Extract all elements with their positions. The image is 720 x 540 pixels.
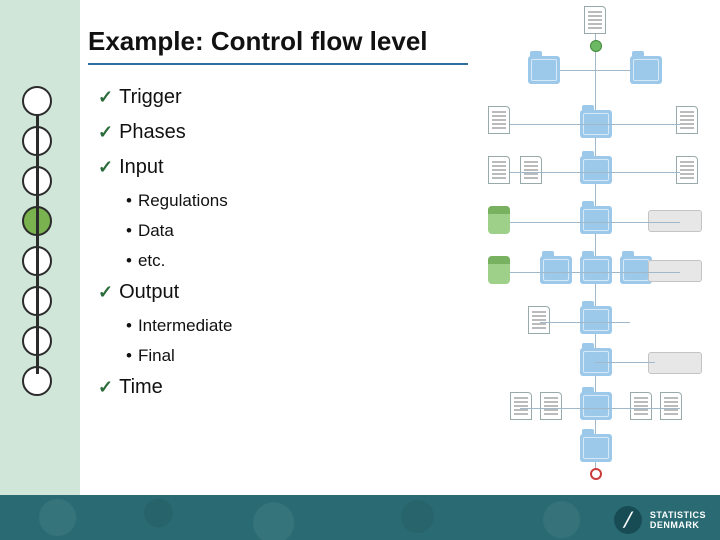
check-icon: ✓ xyxy=(98,157,113,177)
subbullet-label: Regulations xyxy=(138,191,228,210)
bullet-icon: • xyxy=(126,251,132,270)
note-box-icon xyxy=(648,210,702,232)
document-icon xyxy=(540,392,562,420)
bullet-output: ✓ Output xyxy=(98,281,428,304)
folder-icon xyxy=(580,256,612,284)
document-icon xyxy=(520,156,542,184)
subbullet-label: etc. xyxy=(138,251,165,270)
bullet-time: ✓ Time xyxy=(98,376,428,399)
document-icon xyxy=(676,156,698,184)
bullet-icon: • xyxy=(126,346,132,365)
subbullet-etc: • etc. xyxy=(126,251,428,271)
note-box-icon xyxy=(648,352,702,374)
workflow-diagram xyxy=(480,6,710,490)
chain-node xyxy=(22,86,52,116)
diagram-connector xyxy=(510,222,680,223)
document-icon xyxy=(528,306,550,334)
bullet-input: ✓ Input xyxy=(98,156,428,179)
diagram-connector xyxy=(510,272,680,273)
chain-connector xyxy=(36,114,39,374)
document-icon xyxy=(676,106,698,134)
subbullet-final: • Final xyxy=(126,346,428,366)
slide-body: ✓ Trigger ✓ Phases ✓ Input • Regulations • Da… xyxy=(98,86,428,411)
org-logo: ⟋ STATISTICS DENMARK xyxy=(614,506,706,534)
logo-text: STATISTICS DENMARK xyxy=(650,510,706,531)
bullet-trigger: ✓ Trigger xyxy=(98,86,428,109)
folder-icon xyxy=(630,56,662,84)
logo-line2: DENMARK xyxy=(650,520,706,530)
document-icon xyxy=(488,156,510,184)
bullet-label: Phases xyxy=(119,121,186,143)
logo-glyph: ⟋ xyxy=(619,508,636,531)
bullet-label: Output xyxy=(119,281,179,303)
subbullet-regulations: • Regulations xyxy=(126,191,428,211)
database-icon xyxy=(488,256,510,284)
folder-icon xyxy=(528,56,560,84)
diagram-connector xyxy=(595,362,655,363)
folder-icon xyxy=(580,306,612,334)
document-icon xyxy=(630,392,652,420)
logo-badge-icon: ⟋ xyxy=(614,506,642,534)
check-icon: ✓ xyxy=(98,87,113,107)
end-node-icon xyxy=(590,468,602,480)
start-node-icon xyxy=(590,40,602,52)
left-band xyxy=(0,0,80,495)
bullet-icon: • xyxy=(126,191,132,210)
database-icon xyxy=(488,206,510,234)
folder-icon xyxy=(580,156,612,184)
bullet-label: Trigger xyxy=(119,86,182,108)
slide: Example: Control flow level ✓ Trigger ✓ Ph… xyxy=(0,0,720,540)
subbullet-label: Final xyxy=(138,346,175,365)
subbullet-intermediate: • Intermediate xyxy=(126,316,428,336)
diagram-connector xyxy=(510,172,680,173)
document-icon xyxy=(660,392,682,420)
check-icon: ✓ xyxy=(98,282,113,302)
folder-icon xyxy=(540,256,572,284)
subbullet-data: • Data xyxy=(126,221,428,241)
logo-line1: STATISTICS xyxy=(650,510,706,520)
bullet-label: Input xyxy=(119,156,163,178)
bullet-phases: ✓ Phases xyxy=(98,121,428,144)
diagram-connector xyxy=(510,124,680,125)
footer: ⟋ STATISTICS DENMARK xyxy=(0,495,720,540)
check-icon: ✓ xyxy=(98,122,113,142)
subbullet-label: Intermediate xyxy=(138,316,233,335)
note-box-icon xyxy=(648,260,702,282)
subbullet-label: Data xyxy=(138,221,174,240)
document-icon xyxy=(584,6,606,34)
diagram-connector xyxy=(520,408,680,409)
document-icon xyxy=(510,392,532,420)
bullet-icon: • xyxy=(126,221,132,240)
folder-icon xyxy=(580,392,612,420)
diagram-connector xyxy=(540,322,630,323)
progress-chain xyxy=(22,86,52,406)
bullet-label: Time xyxy=(119,376,163,398)
bullet-icon: • xyxy=(126,316,132,335)
folder-icon xyxy=(580,434,612,462)
document-icon xyxy=(488,106,510,134)
slide-title: Example: Control flow level xyxy=(88,26,468,65)
check-icon: ✓ xyxy=(98,377,113,397)
folder-icon xyxy=(580,206,612,234)
